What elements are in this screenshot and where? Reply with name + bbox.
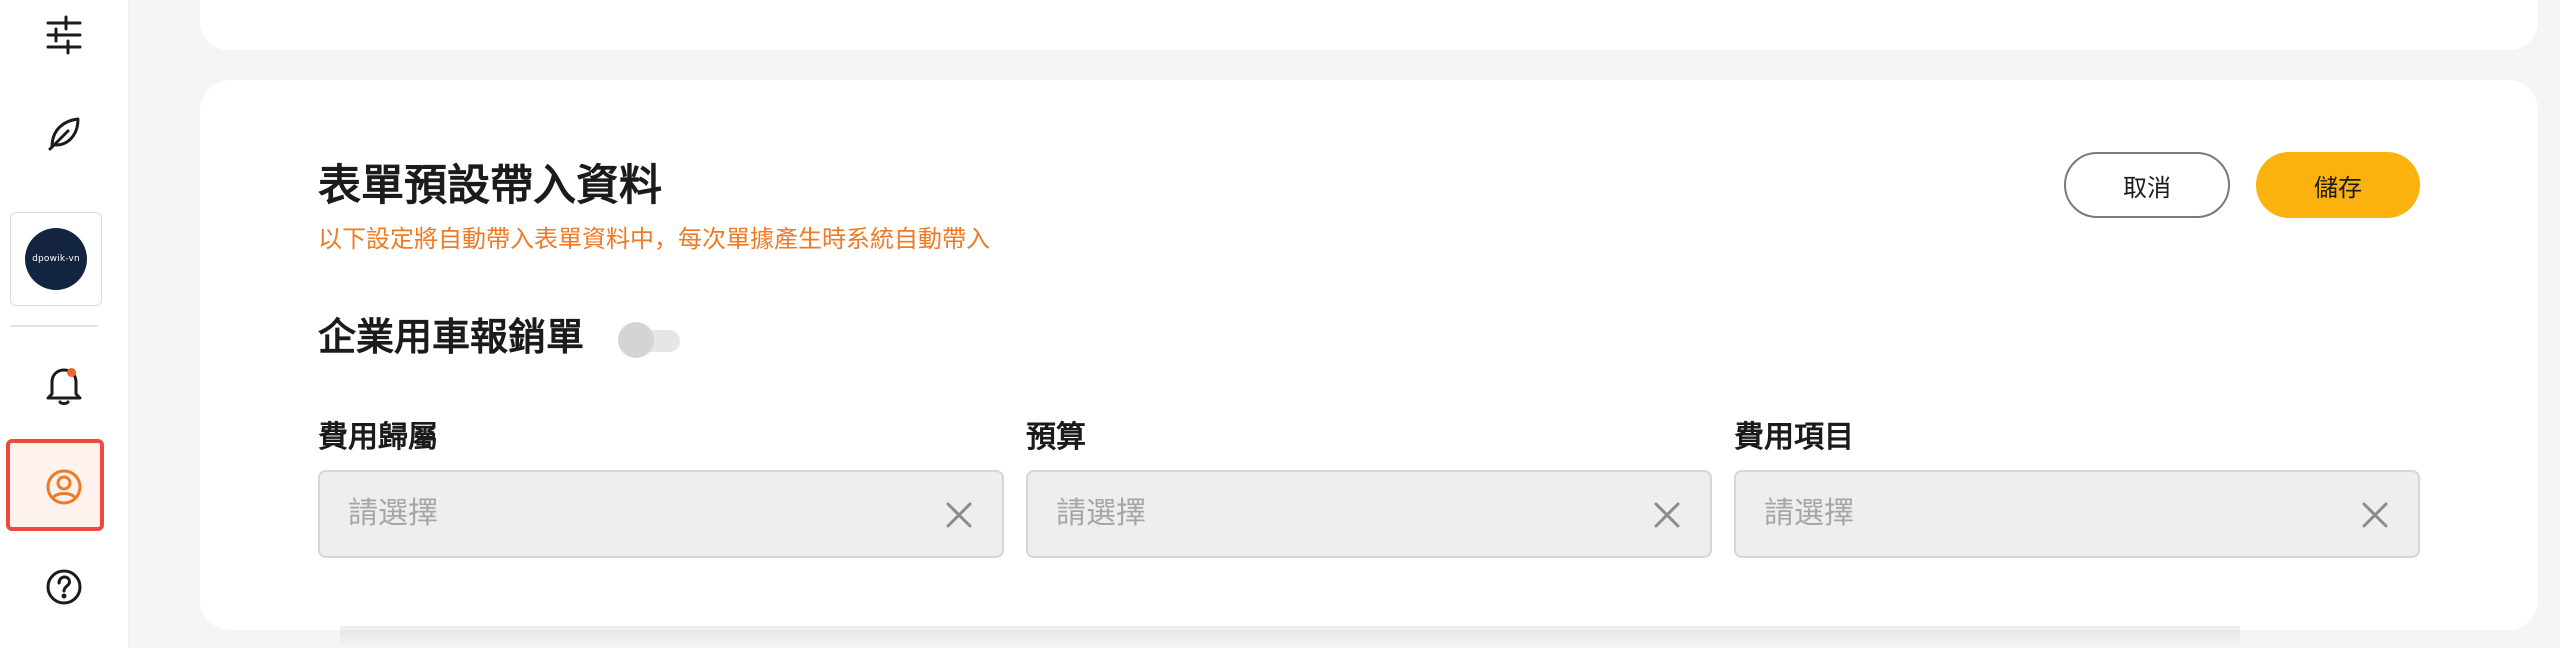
select-placeholder: 請選擇 xyxy=(1764,496,1854,531)
page-subtitle: 以下設定將自動帶入表單資料中，每次單據產生時系統自動帶入 xyxy=(318,225,990,253)
field-label-expense-item: 費用項目 xyxy=(1734,420,1854,455)
page-title: 表單預設帶入資料 xyxy=(318,161,662,211)
section-toggle[interactable] xyxy=(618,322,682,358)
sidebar-item-settings[interactable] xyxy=(0,0,128,70)
budget-select[interactable]: 請選擇 xyxy=(1026,470,1712,558)
previous-card xyxy=(200,0,2538,50)
sidebar: dpowik-vn xyxy=(0,0,129,648)
sidebar-item-notifications[interactable] xyxy=(0,350,128,420)
card-shadow xyxy=(340,626,2240,648)
expense-owner-select[interactable]: 請選擇 xyxy=(318,470,1004,558)
section-title: 企業用車報銷單 xyxy=(318,315,585,359)
close-icon[interactable] xyxy=(2358,498,2392,532)
sidebar-item-profile[interactable] xyxy=(0,452,128,522)
help-icon xyxy=(44,567,84,607)
bell-icon xyxy=(44,364,84,406)
cancel-button[interactable]: 取消 xyxy=(2064,152,2230,218)
org-logo: dpowik-vn xyxy=(25,228,87,290)
field-label-expense-owner: 費用歸屬 xyxy=(318,420,438,455)
notification-dot xyxy=(67,368,76,377)
toggle-knob xyxy=(618,322,654,358)
close-icon[interactable] xyxy=(942,498,976,532)
org-logo-text: dpowik-vn xyxy=(32,254,80,264)
leaf-icon xyxy=(44,113,84,153)
org-switcher[interactable]: dpowik-vn xyxy=(10,212,102,306)
sidebar-divider xyxy=(10,325,98,327)
expense-item-select[interactable]: 請選擇 xyxy=(1734,470,2420,558)
save-button[interactable]: 儲存 xyxy=(2256,152,2420,218)
sidebar-item-eco[interactable] xyxy=(0,98,128,168)
close-icon[interactable] xyxy=(1650,498,1684,532)
sidebar-item-help[interactable] xyxy=(0,552,128,622)
select-placeholder: 請選擇 xyxy=(348,496,438,531)
user-circle-icon xyxy=(44,467,84,507)
sliders-icon xyxy=(44,15,84,55)
select-placeholder: 請選擇 xyxy=(1056,496,1146,531)
field-label-budget: 預算 xyxy=(1026,420,1086,455)
